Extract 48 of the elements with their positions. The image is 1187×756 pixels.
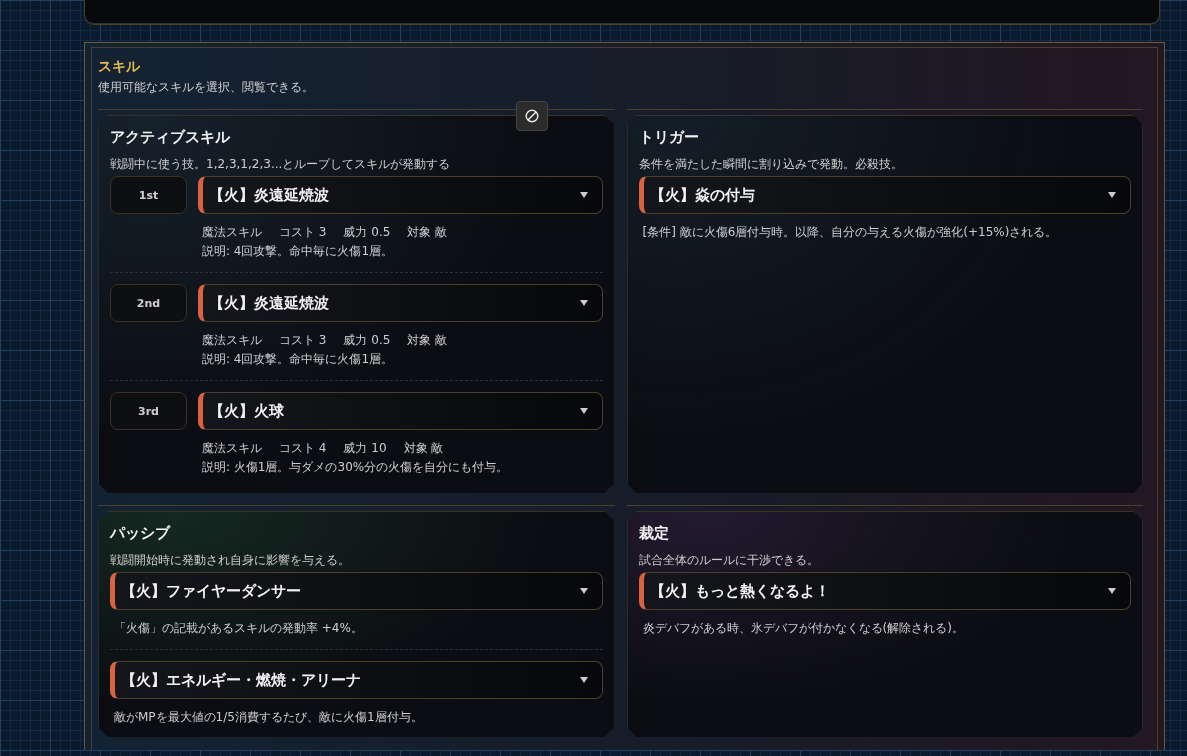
skill-dropdown[interactable]: 【火】焱の付与 bbox=[638, 176, 1131, 214]
skill-note: 説明: 4回攻撃。命中毎に火傷1層。 bbox=[202, 243, 395, 260]
skill-note: 説明: 火傷1層。与ダメの30%分の火傷を自分にも付与。 bbox=[202, 459, 510, 476]
caret-icon bbox=[579, 192, 588, 198]
skill-stat: 対象 敵 bbox=[403, 440, 444, 457]
skill-stat: 魔法スキル bbox=[202, 332, 262, 349]
panel-description: 戦闘中に使う技。1,2,3,1,2,3...とループしてスキルが発動する bbox=[110, 156, 452, 173]
skill-stat: コスト 4 bbox=[279, 440, 327, 457]
panel-title: パッシブ bbox=[110, 524, 172, 543]
skill-stat: 対象 敵 bbox=[407, 332, 448, 349]
skill-dropdown[interactable]: 【火】ファイヤーダンサー bbox=[110, 572, 603, 610]
section-title: スキル bbox=[98, 58, 141, 76]
skill-note: 説明: 4回攻撃。命中毎に火傷1層。 bbox=[202, 351, 395, 368]
skill-note: 炎デバフがある時、氷デバフが付かなくなる(解除される)。 bbox=[642, 620, 965, 637]
panel-title: アクティブスキル bbox=[110, 128, 231, 147]
skill-note: [条件] 敵に火傷6層付与時。以降、自分の与える火傷が強化(+15%)される。 bbox=[642, 224, 1059, 241]
caret-icon bbox=[579, 408, 588, 414]
prohibit-button[interactable] bbox=[516, 101, 548, 131]
caret-icon bbox=[1108, 588, 1116, 594]
panel-title: 裁定 bbox=[638, 524, 670, 543]
skill-dropdown[interactable]: 【火】火球 bbox=[198, 392, 603, 430]
skill-stat: 対象 敵 bbox=[407, 224, 448, 241]
skill-stat: 魔法スキル bbox=[202, 440, 262, 457]
skill-stat: 威力 10 bbox=[343, 440, 387, 457]
prohibited-icon bbox=[525, 109, 539, 123]
skill-dropdown[interactable]: 【火】エネルギー・燃焼・アリーナ bbox=[110, 661, 603, 699]
skill-stat: 威力 0.5 bbox=[343, 332, 391, 349]
skill-stat: コスト 3 bbox=[279, 332, 327, 349]
section-description: 使用可能なスキルを選択、閲覧できる。 bbox=[98, 79, 315, 96]
panel-description: 試合全体のルールに干渉できる。 bbox=[638, 552, 820, 569]
skill-note: 敵がMPを最大値の1/5消費するたび、敵に火傷1層付与。 bbox=[114, 709, 424, 726]
panel-description: 戦闘開始時に発動され自身に影響を与える。 bbox=[110, 552, 351, 569]
panel-description: 条件を満たした瞬間に割り込みで発動。必殺技。 bbox=[638, 156, 904, 173]
skill-stat: 魔法スキル bbox=[202, 224, 262, 241]
slot-label: 1st bbox=[110, 176, 187, 214]
skill-dropdown[interactable]: 【火】もっと熱くなるよ！ bbox=[638, 572, 1131, 610]
slot-label: 2nd bbox=[110, 284, 187, 322]
slot-label: 3rd bbox=[110, 392, 187, 430]
skill-stat: コスト 3 bbox=[279, 224, 327, 241]
skill-dropdown[interactable]: 【火】炎遠延焼波 bbox=[198, 176, 603, 214]
skill-stat: 威力 0.5 bbox=[343, 224, 391, 241]
skill-dropdown[interactable]: 【火】炎遠延焼波 bbox=[198, 284, 603, 322]
skill-note: 「火傷」の記載があるスキルの発動率 +4%。 bbox=[114, 620, 364, 637]
caret-icon bbox=[579, 588, 588, 594]
panel-title: トリガー bbox=[638, 128, 700, 147]
caret-icon bbox=[579, 677, 588, 683]
caret-icon bbox=[579, 300, 588, 306]
caret-icon bbox=[1108, 192, 1116, 198]
